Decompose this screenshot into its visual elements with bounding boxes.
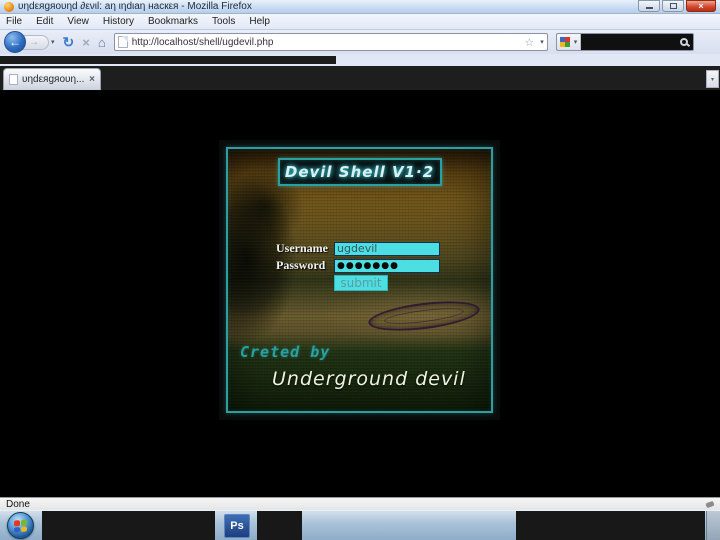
statusbar-grip-icon xyxy=(705,500,715,508)
password-label: Password xyxy=(276,258,326,272)
title-bar: υηdεяgяoυηd ∂ενιl: aη ιηdιaη нaскεя - Mo… xyxy=(0,0,720,14)
close-button[interactable]: × xyxy=(686,0,716,12)
search-box[interactable]: ▾ xyxy=(555,33,694,51)
menu-item-file[interactable]: File xyxy=(6,16,22,27)
list-all-tabs-button[interactable]: ▾ xyxy=(706,70,719,88)
maximize-icon xyxy=(669,3,677,9)
tab-active[interactable]: υηdεяgяoυη... × xyxy=(3,68,101,90)
menu-item-help[interactable]: Help xyxy=(249,16,270,27)
status-bar: Done xyxy=(0,497,720,510)
username-label: Username xyxy=(276,241,328,255)
taskbar-redacted-block xyxy=(516,511,705,540)
search-engine-selector[interactable]: ▾ xyxy=(556,34,582,50)
menu-item-tools[interactable]: Tools xyxy=(212,16,235,27)
login-panel-inner: Devil Shell V1·2 Username ugdevil Passwo… xyxy=(226,147,493,413)
google-icon xyxy=(559,37,570,47)
window-controls: × xyxy=(638,0,716,13)
reload-button[interactable]: ↻ xyxy=(63,34,75,51)
start-button[interactable] xyxy=(7,512,34,539)
search-input[interactable] xyxy=(581,34,680,50)
stop-button[interactable]: × xyxy=(82,35,90,50)
maximize-button[interactable] xyxy=(662,0,684,12)
urlbar-dropdown-icon[interactable]: ▾ xyxy=(540,38,544,46)
username-row: Username ugdevil xyxy=(276,241,440,256)
tab-favicon-icon xyxy=(9,74,18,85)
password-row: Password ●●●●●●● xyxy=(276,258,440,273)
search-magnifier-icon[interactable] xyxy=(679,38,688,46)
credit-name-text: Underground devil xyxy=(272,368,466,390)
bookmarks-toolbar-dark-segment xyxy=(0,56,336,64)
show-desktop-button[interactable] xyxy=(706,511,720,540)
submit-button[interactable]: submit xyxy=(334,275,388,291)
tab-label[interactable]: υηdεяgяoυη... xyxy=(22,74,85,85)
credit-prefix-text: Creted by xyxy=(240,343,331,361)
taskbar-redacted-block xyxy=(42,511,215,540)
menu-item-history[interactable]: History xyxy=(103,16,134,27)
tab-bar: υηdεяgяoυη... × ▾ xyxy=(0,66,720,90)
address-bar[interactable]: http://localhost/shell/ugdevil.php ☆ ▾ xyxy=(113,33,548,51)
crop-circle-graphic xyxy=(366,296,482,336)
back-button[interactable]: ← xyxy=(4,31,26,53)
menu-item-view[interactable]: View xyxy=(67,16,89,27)
url-text[interactable]: http://localhost/shell/ugdevil.php xyxy=(132,37,521,48)
menu-bar: File Edit View History Bookmarks Tools H… xyxy=(0,14,720,30)
username-input[interactable]: ugdevil xyxy=(334,241,440,256)
login-panel: Devil Shell V1·2 Username ugdevil Passwo… xyxy=(219,140,500,420)
windows-flag-icon xyxy=(14,518,27,533)
home-button[interactable]: ⌂ xyxy=(98,35,106,50)
navigation-toolbar: ← → ▾ ↻ × ⌂ http://localhost/shell/ugdev… xyxy=(0,30,720,54)
bookmarks-toolbar xyxy=(0,54,720,66)
tab-close-icon[interactable]: × xyxy=(89,74,95,85)
password-input[interactable]: ●●●●●●● xyxy=(334,258,440,273)
firefox-window: υηdεяgяoυηd ∂ενιl: aη ιηdιaη нaскεя - Mo… xyxy=(0,0,720,540)
page-favicon-icon xyxy=(117,36,128,48)
photoshop-taskbar-button[interactable]: Ps xyxy=(224,514,250,538)
bookmark-star-icon[interactable]: ☆ xyxy=(524,36,534,49)
menu-item-edit[interactable]: Edit xyxy=(36,16,53,27)
minimize-button[interactable] xyxy=(638,0,660,12)
shell-title: Devil Shell V1·2 xyxy=(284,163,435,181)
page-viewport: Devil Shell V1·2 Username ugdevil Passwo… xyxy=(0,90,720,497)
shell-title-box: Devil Shell V1·2 xyxy=(277,158,442,186)
search-engine-caret-icon: ▾ xyxy=(573,39,578,46)
firefox-logo-icon xyxy=(4,1,14,12)
status-text: Done xyxy=(6,498,30,510)
window-title: υηdεяgяoυηd ∂ενιl: aη ιηdιaη нaскεя - Mo… xyxy=(18,1,252,12)
history-dropdown-icon[interactable]: ▾ xyxy=(51,38,55,46)
minimize-icon xyxy=(645,7,653,9)
windows-taskbar: Ps xyxy=(0,510,720,540)
menu-item-bookmarks[interactable]: Bookmarks xyxy=(148,16,198,27)
taskbar-redacted-block xyxy=(257,511,302,540)
